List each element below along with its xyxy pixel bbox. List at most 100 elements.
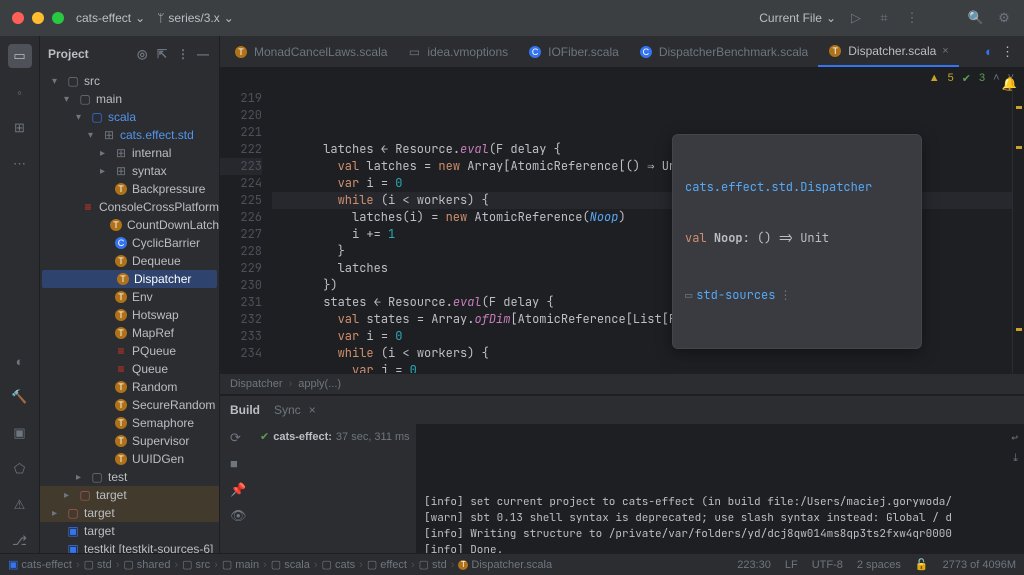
run-config-selector[interactable]: Current File ⌄ xyxy=(759,11,836,25)
refresh-icon[interactable]: ⟳ xyxy=(230,430,246,446)
commit-tool-icon[interactable]: ◦ xyxy=(8,80,32,104)
tree-item-queue[interactable]: ≡Queue xyxy=(40,360,219,378)
build-tree-root[interactable]: ✔ cats-effect: 37 sec, 311 ms xyxy=(260,430,412,443)
scroll-to-end-icon[interactable]: ⤓ xyxy=(1013,450,1018,466)
tree-item-consolecrossplatform[interactable]: ≡ConsoleCrossPlatform xyxy=(40,198,219,216)
quick-doc-source[interactable]: std-sources xyxy=(696,287,775,304)
prev-highlight-icon[interactable]: ˄ xyxy=(993,72,999,84)
build-log[interactable]: ↩ ⤓ [info] set current project to cats-e… xyxy=(416,424,1024,553)
nav-crumb[interactable]: ▢ effect xyxy=(367,558,407,571)
tree-item-cats-effect-std[interactable]: ▾⊞cats.effect.std xyxy=(40,126,219,144)
tab-build[interactable]: Build xyxy=(230,403,260,417)
tab-sync[interactable]: Sync× xyxy=(274,403,316,417)
tree-item-env[interactable]: TEnv xyxy=(40,288,219,306)
settings-icon[interactable]: ⚙ xyxy=(996,10,1012,26)
tree-item-test[interactable]: ▸▢test xyxy=(40,468,219,486)
tree-item-scala[interactable]: ▾▢scala xyxy=(40,108,219,126)
heap-indicator[interactable]: 2773 of 4096M xyxy=(943,559,1016,571)
project-tree[interactable]: ▾▢src▾▢main▾▢scala▾⊞cats.effect.std▸⊞int… xyxy=(40,72,219,553)
tree-item-dequeue[interactable]: TDequeue xyxy=(40,252,219,270)
tree-item-main[interactable]: ▾▢main xyxy=(40,90,219,108)
tab-iofiber-scala[interactable]: CIOFiber.scala xyxy=(518,36,629,67)
hide-panel-icon[interactable]: — xyxy=(197,47,211,61)
problems-tool-icon[interactable]: ⚠ xyxy=(8,493,32,517)
nav-crumb[interactable]: ▢ src xyxy=(182,558,210,571)
code-body[interactable]: latches ← Resource.eval(F delay { val la… xyxy=(272,88,1012,373)
tree-item-target[interactable]: ▸▢target xyxy=(40,504,219,522)
soft-wrap-icon[interactable]: ↩ xyxy=(1011,430,1018,446)
ai-assistant-icon[interactable]: ◐ xyxy=(985,44,993,59)
build-tool-icon[interactable]: 🔨 xyxy=(8,385,32,409)
line-ending[interactable]: LF xyxy=(785,559,798,571)
build-tree[interactable]: ✔ cats-effect: 37 sec, 311 ms xyxy=(256,424,416,553)
warning-icon[interactable]: ▲ xyxy=(929,72,940,84)
eye-icon[interactable]: 👁 xyxy=(230,508,246,524)
select-file-icon[interactable]: ◎ xyxy=(137,47,151,61)
search-icon[interactable]: 🔍 xyxy=(968,10,984,26)
tree-item-target[interactable]: ▸▢target xyxy=(40,486,219,504)
minimize-window-button[interactable] xyxy=(32,12,44,24)
tab-idea-vmoptions[interactable]: ▭idea.vmoptions xyxy=(397,36,518,67)
marker-strip[interactable] xyxy=(1012,88,1024,373)
stop-icon[interactable]: ■ xyxy=(230,456,246,472)
nav-crumb[interactable]: ▢ scala xyxy=(271,558,310,571)
quick-doc-package[interactable]: cats.effect.std.Dispatcher xyxy=(685,179,909,196)
tree-item-mapref[interactable]: TMapRef xyxy=(40,324,219,342)
readonly-icon[interactable]: 🔓 xyxy=(915,558,929,571)
close-icon[interactable]: × xyxy=(942,45,948,57)
project-selector[interactable]: cats-effect ⌄ xyxy=(76,11,145,25)
encoding[interactable]: UTF-8 xyxy=(812,559,843,571)
caret-position[interactable]: 223:30 xyxy=(737,559,771,571)
tree-item-internal[interactable]: ▸⊞internal xyxy=(40,144,219,162)
hint-icon[interactable]: ✔ xyxy=(962,72,971,85)
editor-breadcrumb[interactable]: Dispatcher › apply(...) xyxy=(220,373,1024,395)
branch-selector[interactable]: ᛘ series/3.x ⌄ xyxy=(157,11,234,25)
tree-item-securerandom[interactable]: TSecureRandom xyxy=(40,396,219,414)
maximize-window-button[interactable] xyxy=(52,12,64,24)
nav-crumb[interactable]: ▢ std xyxy=(84,558,112,571)
tree-item-syntax[interactable]: ▸⊞syntax xyxy=(40,162,219,180)
tree-item-cyclicbarrier[interactable]: CCyclicBarrier xyxy=(40,234,219,252)
quick-doc-more-icon[interactable]: ⋮ xyxy=(779,287,791,304)
tab-dispatcherbenchmark-scala[interactable]: CDispatcherBenchmark.scala xyxy=(629,36,818,67)
breadcrumb-item[interactable]: apply(...) xyxy=(298,378,341,390)
project-tool-icon[interactable]: ▭ xyxy=(8,44,32,68)
expand-all-icon[interactable]: ⇱ xyxy=(157,47,171,61)
more-icon[interactable]: ⋮ xyxy=(904,10,920,26)
code-editor[interactable]: 2192202212222232242252262272282292302312… xyxy=(220,88,1024,373)
tab-more-icon[interactable]: ⋮ xyxy=(1001,44,1014,60)
structure-tool-icon[interactable]: ⊞ xyxy=(8,116,32,140)
more-tool-icon[interactable]: ⋯ xyxy=(8,152,32,176)
tree-item-countdownlatch[interactable]: TCountDownLatch xyxy=(40,216,219,234)
tree-item-dispatcher[interactable]: TDispatcher xyxy=(42,270,217,288)
nav-crumb[interactable]: ▢ std xyxy=(419,558,447,571)
nav-crumb[interactable]: ▢ cats xyxy=(322,558,356,571)
tab-dispatcher-scala[interactable]: TDispatcher.scala× xyxy=(818,36,958,67)
bookmark-tool-icon[interactable]: ▣ xyxy=(8,421,32,445)
debug-icon[interactable]: ⌗ xyxy=(876,10,892,26)
tree-item-hotswap[interactable]: THotswap xyxy=(40,306,219,324)
tree-item-uuidgen[interactable]: TUUIDGen xyxy=(40,450,219,468)
indent[interactable]: 2 spaces xyxy=(857,559,901,571)
nav-crumb[interactable]: ▣ cats-effect xyxy=(8,558,72,571)
nav-breadcrumb[interactable]: ▣ cats-effect›▢ std›▢ shared›▢ src›▢ mai… xyxy=(8,558,552,571)
tree-item-src[interactable]: ▾▢src xyxy=(40,72,219,90)
tree-item-semaphore[interactable]: TSemaphore xyxy=(40,414,219,432)
tree-item-target[interactable]: ▣target xyxy=(40,522,219,540)
gutter[interactable]: 2192202212222232242252262272282292302312… xyxy=(220,88,272,373)
tree-item-random[interactable]: TRandom xyxy=(40,378,219,396)
nav-crumb[interactable]: ▢ shared xyxy=(123,558,170,571)
pin-icon[interactable]: 📌 xyxy=(230,482,246,498)
tree-item-testkit-testkit-sources-6-[interactable]: ▣testkit [testkit-sources-6] xyxy=(40,540,219,553)
close-icon[interactable]: × xyxy=(309,403,316,417)
tree-item-pqueue[interactable]: ≡PQueue xyxy=(40,342,219,360)
breadcrumb-item[interactable]: Dispatcher xyxy=(230,378,283,390)
tab-monadcancellaws-scala[interactable]: TMonadCancelLaws.scala xyxy=(224,36,397,67)
meter-tool-icon[interactable]: ◐ xyxy=(8,349,32,373)
tree-item-supervisor[interactable]: TSupervisor xyxy=(40,432,219,450)
nav-crumb[interactable]: T Dispatcher.scala xyxy=(458,559,552,571)
close-window-button[interactable] xyxy=(12,12,24,24)
vcs-tool-icon[interactable]: ⎇ xyxy=(8,529,32,553)
tree-item-backpressure[interactable]: TBackpressure xyxy=(40,180,219,198)
nav-crumb[interactable]: ▢ main xyxy=(222,558,259,571)
